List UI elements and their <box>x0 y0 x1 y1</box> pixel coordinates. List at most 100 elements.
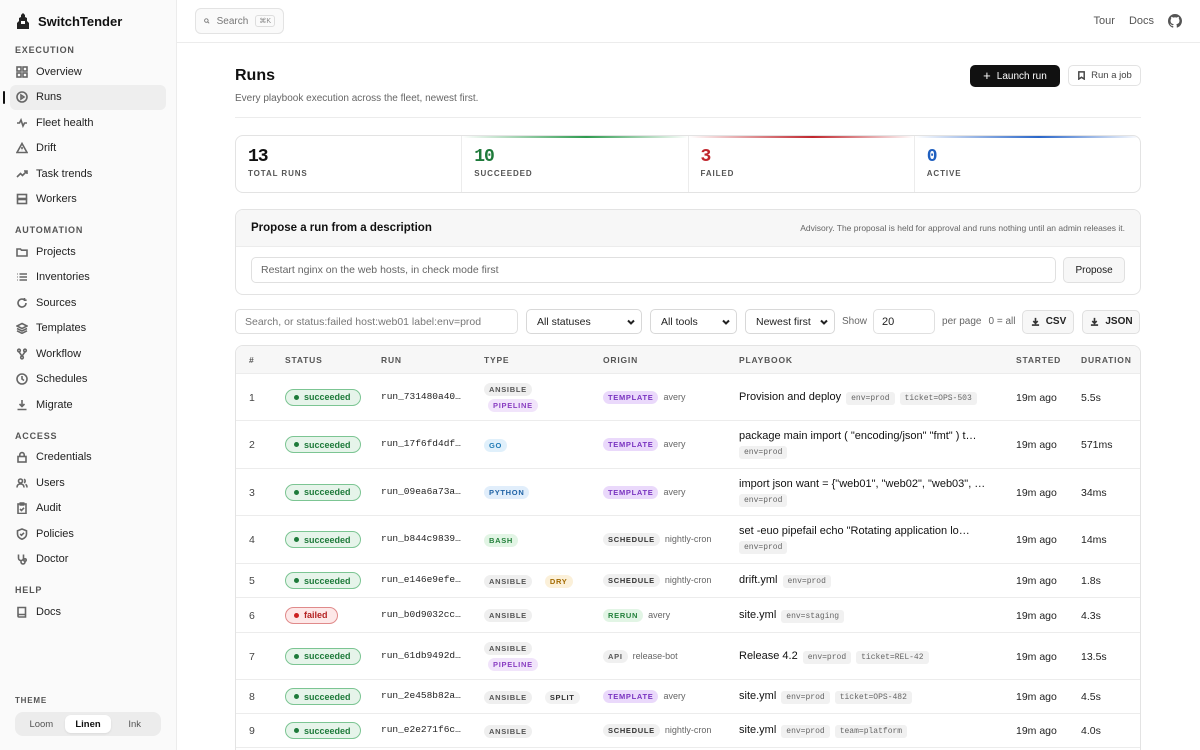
sidebar-item-label: Credentials <box>36 451 92 464</box>
sidebar-item-projects[interactable]: Projects <box>10 239 166 265</box>
table-row[interactable]: 4 succeeded run_b844c9839… BASH SCHEDULE nigh… <box>236 516 1140 564</box>
launch-run-button[interactable]: + Launch run <box>970 65 1060 87</box>
propose-button[interactable]: Propose <box>1063 257 1125 283</box>
json-label: JSON <box>1105 316 1133 327</box>
show-label: Show <box>842 316 868 327</box>
type-tag-ansible: ANSIBLE <box>484 574 532 588</box>
table-row[interactable]: 7 succeeded run_61db9492d… ANSIBLE PIPELINE A… <box>236 633 1140 680</box>
table-row[interactable]: 3 succeeded run_09ea6a73a… PYTHON TEMPLATE av… <box>236 469 1140 516</box>
status-select[interactable]: All statuses <box>526 309 642 334</box>
table-row[interactable]: 1 succeeded run_731480a40… ANSIBLE PIPELINE T… <box>236 374 1140 421</box>
sidebar-item-inventories[interactable]: Inventories <box>10 265 166 291</box>
sidebar-item-users[interactable]: Users <box>10 470 166 496</box>
table-row[interactable]: 9 succeeded run_e2e271f6c… ANSIBLE SCHEDULE n… <box>236 714 1140 748</box>
type-tag-ansible: ANSIBLE <box>484 382 532 396</box>
label-chip: env=prod <box>846 391 895 405</box>
column-header-status: STATUS <box>285 355 323 365</box>
status-badge: succeeded <box>285 688 361 705</box>
status-cell: succeeded <box>285 531 361 548</box>
playbook-name[interactable]: drift.yml <box>739 574 778 586</box>
label-chip: env=prod <box>782 575 831 588</box>
play-circle-icon <box>16 91 28 104</box>
sidebar-item-label: Users <box>36 476 65 489</box>
duration: 13.5s <box>1081 650 1107 663</box>
sidebar-item-drift[interactable]: Drift <box>10 136 166 162</box>
playbook-name[interactable]: package main import ( "encoding/json" "f… <box>739 430 999 442</box>
sidebar-item-migrate[interactable]: Migrate <box>10 392 166 418</box>
run-id-link[interactable]: run_b844c9839… <box>381 533 461 544</box>
sidebar-item-overview[interactable]: Overview <box>10 59 166 85</box>
sidebar-item-runs[interactable]: Runs <box>3 84 166 110</box>
playbook-name[interactable]: import json want = {"web01", "web02", "w… <box>739 478 999 490</box>
type-tag-ansible: ANSIBLE <box>484 641 532 655</box>
sidebar-item-label: Workflow <box>36 347 82 360</box>
stats-cards: 13 TOTAL RUNS 10 SUCCEEDED 3 FAILED 0 ACTIVE <box>235 135 1141 193</box>
stat-card-failed: 3 FAILED <box>688 136 915 192</box>
playbook-name[interactable]: Provision and deploy <box>739 391 841 403</box>
sidebar-item-sources[interactable]: Sources <box>10 290 166 316</box>
sidebar-item-workflow[interactable]: Workflow <box>10 341 166 367</box>
stat-value: 10 <box>474 147 495 167</box>
sidebar-item-templates[interactable]: Templates <box>10 316 166 342</box>
run-id-link[interactable]: run_17f6fd4df… <box>381 438 461 449</box>
sidebar-item-label: Fleet health <box>36 116 94 129</box>
stat-value: 3 <box>700 147 712 167</box>
table-row[interactable]: 5 succeeded run_e146e9efe… ANSIBLE DRY SCHEDU… <box>236 564 1140 598</box>
status-cell: succeeded <box>285 722 361 739</box>
status-text: failed <box>304 610 328 620</box>
origin-tag-api: API <box>603 649 628 663</box>
table-row[interactable]: 8 succeeded run_2e458b82a… ANSIBLE SPLIT TEMP… <box>236 680 1140 714</box>
export-csv-button[interactable]: CSV <box>1022 309 1075 334</box>
run-id-link[interactable]: run_731480a40… <box>381 391 461 402</box>
playbook-cell: site.yml env=staging <box>739 609 999 623</box>
propose-input[interactable]: Restart nginx on the web hosts, in check… <box>251 257 1057 283</box>
table-row[interactable]: 2 succeeded run_17f6fd4df… GO TEMPLATE avery p… <box>236 421 1140 469</box>
playbook-name[interactable]: Release 4.2 <box>739 650 798 662</box>
runs-search-input[interactable]: Search, or status:failed host:web01 labe… <box>235 309 518 334</box>
run-id-link[interactable]: run_b0d9032cc… <box>381 609 461 620</box>
status-cell: succeeded <box>285 647 361 665</box>
tour-link[interactable]: Tour <box>1094 15 1115 27</box>
sidebar-item-credentials[interactable]: Credentials <box>10 445 166 471</box>
run-a-job-button[interactable]: Run a job <box>1068 65 1141 86</box>
theme-option-loom[interactable]: Loom <box>18 715 65 733</box>
theme-option-linen[interactable]: Linen <box>64 715 112 733</box>
sidebar-item-docs[interactable]: Docs <box>10 599 166 625</box>
run-id-link[interactable]: run_e146e9efe… <box>381 574 461 585</box>
label-chip: ticket=OPS-503 <box>899 391 977 405</box>
sidebar-item-fleet-health[interactable]: Fleet health <box>10 110 166 136</box>
duration: 14ms <box>1081 534 1107 546</box>
column-header-number: # <box>249 355 255 365</box>
playbook-name[interactable]: site.yml <box>739 690 776 702</box>
sidebar-item-task-trends[interactable]: Task trends <box>10 161 166 187</box>
theme-option-ink[interactable]: Ink <box>111 715 158 733</box>
playbook-name[interactable]: site.yml <box>739 609 776 621</box>
sort-select[interactable]: Newest first <box>745 309 835 334</box>
playbook-name[interactable]: set -euo pipefail echo "Rotating applica… <box>739 525 999 537</box>
run-id-link[interactable]: run_61db9492d… <box>381 650 461 661</box>
sidebar-item-schedules[interactable]: Schedules <box>10 367 166 393</box>
global-search-button[interactable]: Search ⌘K <box>195 8 284 34</box>
sidebar-item-audit[interactable]: Audit <box>10 496 166 522</box>
playbook-name[interactable]: site.yml <box>739 724 776 736</box>
type-cell: ANSIBLE SPLIT <box>484 690 584 704</box>
switchtender-logo-icon <box>16 12 30 30</box>
brand[interactable]: SwitchTender <box>10 0 166 42</box>
status-badge: failed <box>285 606 338 624</box>
sidebar-item-workers[interactable]: Workers <box>10 187 166 213</box>
tool-select[interactable]: All tools <box>650 309 737 334</box>
table-row[interactable]: 6 failed run_b0d9032cc… ANSIBLE RERUN avery si… <box>236 598 1140 633</box>
header-divider <box>235 117 1141 118</box>
sidebar-item-policies[interactable]: Policies <box>10 521 166 547</box>
sidebar-item-doctor[interactable]: Doctor <box>10 547 166 573</box>
run-id-link[interactable]: run_e2e271f6c… <box>381 724 461 735</box>
type-cell: ANSIBLE PIPELINE <box>484 382 554 415</box>
sidebar-item-label: Doctor <box>36 553 69 566</box>
per-page-input[interactable]: 20 <box>873 309 936 334</box>
github-icon[interactable] <box>1168 14 1182 28</box>
run-id-link[interactable]: run_09ea6a73a… <box>381 486 461 497</box>
run-id-link[interactable]: run_2e458b82a… <box>381 690 461 701</box>
export-json-button[interactable]: JSON <box>1082 309 1141 334</box>
docs-link[interactable]: Docs <box>1129 15 1154 27</box>
